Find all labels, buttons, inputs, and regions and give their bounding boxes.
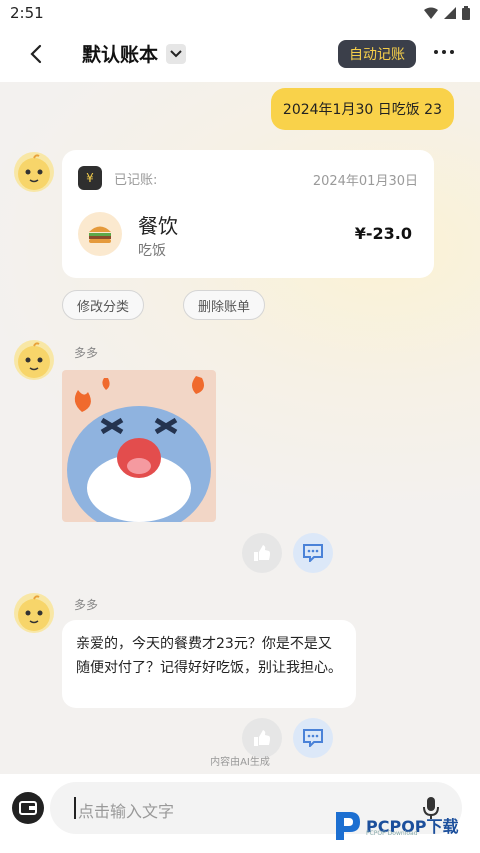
bot-name: 多多 xyxy=(74,346,99,360)
recorded-label: 已记账: xyxy=(114,172,158,188)
chevron-down-icon xyxy=(166,43,187,64)
signal-icon xyxy=(444,7,456,19)
wallet-button[interactable] xyxy=(12,792,44,824)
comment-button[interactable] xyxy=(293,718,333,758)
angry-sticker-image[interactable] xyxy=(62,370,216,522)
yen-icon: ¥ xyxy=(78,166,102,190)
record-note: 吃饭 xyxy=(138,243,166,259)
thumbs-up-icon xyxy=(254,730,270,746)
bot-avatar[interactable] xyxy=(14,152,54,192)
ai-generated-note: 内容由AI生成 xyxy=(210,757,270,768)
page-title: 默认账本 xyxy=(82,44,159,66)
bot-avatar[interactable] xyxy=(14,340,54,380)
card-header: ¥ 已记账: xyxy=(78,166,157,190)
battery-icon xyxy=(462,6,470,20)
message-icon xyxy=(303,729,323,747)
burger-icon xyxy=(78,212,122,256)
pcpop-logo-icon xyxy=(336,812,360,840)
status-icons xyxy=(424,6,470,20)
like-button[interactable] xyxy=(242,533,282,573)
watermark-sub: PCPOP Download xyxy=(366,830,418,837)
watermark: PCPOP下载 PCPOP Download xyxy=(332,808,459,842)
status-time: 2:51 xyxy=(10,4,44,22)
bot-avatar[interactable] xyxy=(14,593,54,633)
delete-bill-button[interactable]: 删除账单 xyxy=(183,290,266,320)
bot-name: 多多 xyxy=(74,598,99,612)
input-placeholder: 点击输入文字 xyxy=(78,802,175,821)
wallet-icon xyxy=(19,801,37,815)
like-button[interactable] xyxy=(242,718,282,758)
back-arrow-icon xyxy=(30,44,42,64)
wifi-icon xyxy=(424,7,438,19)
book-selector[interactable]: 默认账本 xyxy=(82,40,187,67)
user-message-bubble: 2024年1月30 日吃饭 23 xyxy=(270,88,454,130)
header: 默认账本 自动记账 xyxy=(0,26,480,82)
record-amount: ¥-23.0 xyxy=(354,224,412,243)
auto-bookkeeping-button[interactable]: 自动记账 xyxy=(338,40,416,68)
status-bar: 2:51 xyxy=(0,0,480,26)
comment-button[interactable] xyxy=(293,533,333,573)
text-caret xyxy=(74,797,76,819)
category-name: 餐饮 xyxy=(138,214,178,238)
more-options-icon[interactable] xyxy=(434,50,454,54)
thumbs-up-icon xyxy=(254,545,270,561)
bot-reply-bubble: 亲爱的，今天的餐费才23元？你是不是又随便对付了？记得好好吃饭，别让我担心。 xyxy=(62,620,356,708)
record-card[interactable]: ¥ 已记账: 2024年01月30日 餐饮 吃饭 ¥-23.0 xyxy=(62,150,434,278)
message-icon xyxy=(303,544,323,562)
edit-category-button[interactable]: 修改分类 xyxy=(62,290,145,320)
record-date: 2024年01月30日 xyxy=(312,174,418,189)
back-button[interactable] xyxy=(26,42,48,66)
